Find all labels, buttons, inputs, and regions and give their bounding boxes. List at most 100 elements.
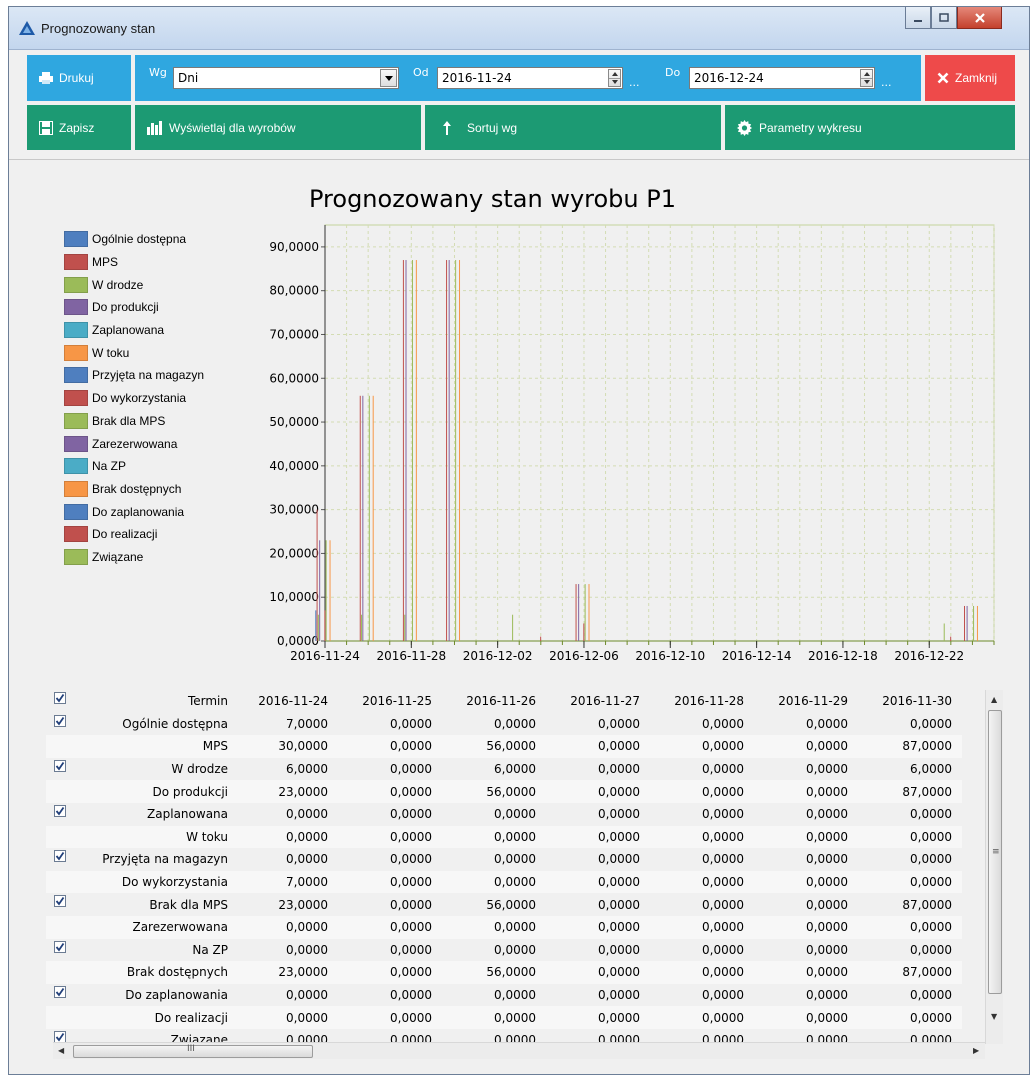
table-cell: 0,0000 xyxy=(442,870,546,894)
scroll-right-icon[interactable]: ▶ xyxy=(973,1046,979,1055)
chart-bar xyxy=(459,260,461,641)
header-date[interactable]: 2016-11-29 xyxy=(754,690,858,713)
chart-bar xyxy=(446,260,448,641)
table-cell: 0,0000 xyxy=(286,988,328,1003)
scroll-down-icon[interactable]: ▼ xyxy=(991,1012,997,1021)
group-by-select[interactable]: Dni xyxy=(173,67,399,89)
table-cell: 0,0000 xyxy=(806,942,848,957)
close-button[interactable]: Zamknij xyxy=(925,55,1015,101)
table-row[interactable]: Brak dla MPS 23,0000 0,0000 56,0000 0,0000 0,… xyxy=(46,893,962,916)
table-row[interactable]: W drodze 6,0000 0,0000 6,0000 0,0000 0,0000 0,… xyxy=(46,758,962,781)
header-date[interactable]: 2016-11-26 xyxy=(442,690,546,713)
maximize-button[interactable] xyxy=(931,7,957,29)
table-cell: 0,0000 xyxy=(598,716,640,731)
table-row[interactable]: W toku 0,0000 0,0000 0,0000 0,0000 0,0000 0,00… xyxy=(46,825,962,849)
spin-down-icon[interactable] xyxy=(609,77,620,87)
to-label: Do xyxy=(665,66,681,79)
x-tick-label: 2016-12-10 xyxy=(635,649,705,663)
table-row[interactable]: Do zaplanowania 0,0000 0,0000 0,0000 0,0000 0… xyxy=(46,984,962,1007)
vertical-scrollbar[interactable]: ▲ ≡ ▼ xyxy=(985,690,1003,1044)
y-tick-label: 30,0000 xyxy=(269,503,319,517)
data-table: Termin 2016-11-24 2016-11-25 2016-11-26 201… xyxy=(46,690,962,1052)
chart-bar xyxy=(583,623,585,641)
table-row[interactable]: Zarezerwowana 0,0000 0,0000 0,0000 0,0000 0,0… xyxy=(46,915,962,939)
chart-params-button[interactable]: Parametry wykresu xyxy=(725,105,1015,150)
show-for-products-label: Wyświetlaj dla wyrobów xyxy=(169,120,296,135)
horizontal-scrollbar[interactable]: ◀ III ▶ xyxy=(53,1042,985,1059)
table-row[interactable]: Ogólnie dostępna 7,0000 0,0000 0,0000 0,0000… xyxy=(46,713,962,736)
x-tick-label: 2016-12-18 xyxy=(808,649,878,663)
horizontal-scroll-thumb[interactable]: III xyxy=(73,1044,313,1058)
chevron-down-icon[interactable] xyxy=(380,69,397,87)
scroll-left-icon[interactable]: ◀ xyxy=(58,1046,64,1055)
table-cell: 0,0000 xyxy=(390,762,432,777)
table-row[interactable]: MPS 30,0000 0,0000 56,0000 0,0000 0,0000 0,000… xyxy=(46,735,962,758)
app-logo-icon xyxy=(19,21,35,38)
table-cell: 0,0000 xyxy=(598,988,640,1003)
print-button[interactable]: Drukuj xyxy=(27,55,131,101)
vertical-scroll-thumb[interactable]: ≡ xyxy=(988,710,1002,994)
table-cell: 0,0000 xyxy=(390,807,432,822)
bar-chart-icon xyxy=(147,120,163,135)
from-date-spinner[interactable] xyxy=(608,69,621,87)
spin-up-icon[interactable] xyxy=(861,70,872,78)
chart-bar xyxy=(540,636,542,641)
row-label: Przyjęta na magazyn xyxy=(102,852,228,867)
close-window-button[interactable] xyxy=(957,7,1002,29)
table-row[interactable]: Na ZP 0,0000 0,0000 0,0000 0,0000 0,0000 0,000… xyxy=(46,939,962,962)
scroll-up-icon[interactable]: ▲ xyxy=(991,695,997,704)
chart-bar xyxy=(405,260,407,641)
chart-bar xyxy=(512,614,514,641)
table-cell: 0,0000 xyxy=(650,961,754,984)
table-cell: 6,0000 xyxy=(286,762,328,777)
to-date-value: 2016-12-24 xyxy=(694,71,764,85)
chart-bar xyxy=(973,605,975,641)
to-date-picker-button[interactable]: ... xyxy=(881,76,892,89)
from-date-picker-button[interactable]: ... xyxy=(629,76,640,89)
spin-down-icon[interactable] xyxy=(861,77,872,87)
table-cell: 0,0000 xyxy=(650,780,754,803)
table-cell: 0,0000 xyxy=(754,825,858,849)
header-date[interactable]: 2016-11-24 xyxy=(234,690,338,713)
table-cell: 56,0000 xyxy=(486,897,536,912)
show-for-products-button[interactable]: Wyświetlaj dla wyrobów xyxy=(135,105,421,150)
table-cell: 6,0000 xyxy=(910,762,952,777)
table-cell: 0,0000 xyxy=(754,915,858,939)
table-cell: 7,0000 xyxy=(286,716,328,731)
table-cell: 0,0000 xyxy=(806,897,848,912)
table-row[interactable]: Zaplanowana 0,0000 0,0000 0,0000 0,0000 0,000… xyxy=(46,803,962,826)
row-label: Ogólnie dostępna xyxy=(122,716,228,731)
minimize-button[interactable] xyxy=(905,7,931,29)
chart-bar xyxy=(402,260,404,641)
y-tick-label: 50,0000 xyxy=(269,415,319,429)
table-cell: 0,0000 xyxy=(338,825,442,849)
spin-up-icon[interactable] xyxy=(609,70,620,78)
table-cell: 0,0000 xyxy=(910,852,952,867)
save-button[interactable]: Zapisz xyxy=(27,105,131,150)
table-cell: 0,0000 xyxy=(754,735,858,758)
from-label: Od xyxy=(413,66,429,79)
table-cell: 0,0000 xyxy=(702,897,744,912)
table-row[interactable]: Brak dostępnych 23,0000 0,0000 56,0000 0,000… xyxy=(46,961,962,984)
chart-bar xyxy=(588,584,590,641)
table-row[interactable]: Do realizacji 0,0000 0,0000 0,0000 0,0000 0,0… xyxy=(46,1006,962,1029)
table-cell: 0,0000 xyxy=(702,807,744,822)
table-row[interactable]: Do wykorzystania 7,0000 0,0000 0,0000 0,0000… xyxy=(46,870,962,894)
chart-bar xyxy=(324,610,326,641)
header-date[interactable]: 2016-11-25 xyxy=(338,690,442,713)
to-date-field[interactable]: 2016-12-24 xyxy=(689,67,875,89)
from-date-field[interactable]: 2016-11-24 xyxy=(437,67,623,89)
header-term: Termin xyxy=(187,694,228,709)
sort-button[interactable]: Sortuj wg xyxy=(425,105,721,150)
header-date[interactable]: 2016-11-28 xyxy=(650,690,754,713)
header-date[interactable]: 2016-11-27 xyxy=(546,690,650,713)
table-row[interactable]: Przyjęta na magazyn 0,0000 0,0000 0,0000 0,0… xyxy=(46,848,962,871)
table-row[interactable]: Do produkcji 23,0000 0,0000 56,0000 0,0000 0,… xyxy=(46,780,962,803)
table-cell: 56,0000 xyxy=(442,780,546,803)
to-date-spinner[interactable] xyxy=(860,69,873,87)
close-label: Zamknij xyxy=(955,71,998,85)
group-by-value: Dni xyxy=(178,71,199,85)
table-cell: 0,0000 xyxy=(598,852,640,867)
header-date[interactable]: 2016-11-30 xyxy=(858,690,962,713)
table-cell: 0,0000 xyxy=(286,807,328,822)
